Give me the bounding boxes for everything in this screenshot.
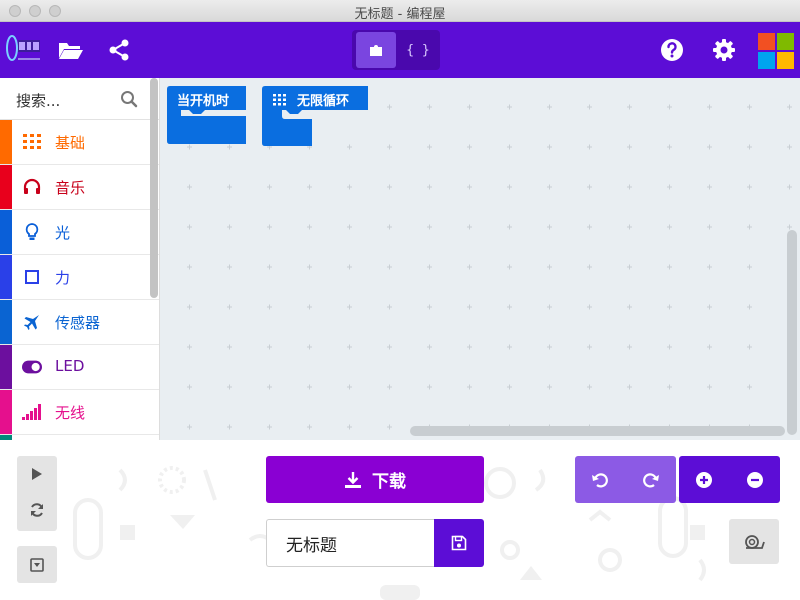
zoom-out-button[interactable] bbox=[730, 456, 780, 503]
search-input[interactable]: 搜索... bbox=[16, 90, 60, 111]
category-label: 基础 bbox=[55, 134, 86, 152]
category-color-bar bbox=[0, 210, 12, 254]
slow-mode-button[interactable] bbox=[729, 519, 779, 564]
grid-icon bbox=[22, 132, 42, 152]
save-icon bbox=[451, 535, 467, 551]
workspace-horizontal-scrollbar[interactable] bbox=[410, 426, 785, 436]
toolbox-sidebar: 搜索... 基础 音乐 光 力 传感器 LED 无线 bbox=[0, 78, 160, 440]
toolbox-search[interactable]: 搜索... bbox=[0, 78, 159, 120]
bottom-panel: 下载 bbox=[0, 440, 800, 600]
category-label: 无线 bbox=[55, 404, 86, 422]
category-color-bar bbox=[0, 300, 12, 344]
on-start-block[interactable]: 当开机时 bbox=[167, 86, 246, 144]
help-button[interactable] bbox=[658, 36, 686, 64]
collapse-simulator-button[interactable] bbox=[17, 546, 57, 583]
top-toolbar: { } bbox=[0, 22, 800, 78]
headphones-icon bbox=[22, 177, 42, 197]
open-folder-button[interactable] bbox=[57, 36, 85, 64]
category-basic[interactable]: 基础 bbox=[0, 120, 159, 165]
category-label: 力 bbox=[55, 269, 71, 287]
redo-icon bbox=[643, 472, 659, 487]
play-button[interactable] bbox=[30, 466, 44, 485]
puzzle-icon bbox=[370, 45, 382, 56]
category-color-bar bbox=[0, 345, 12, 389]
undo-redo-group bbox=[575, 456, 676, 503]
microsoft-logo[interactable] bbox=[758, 33, 794, 69]
category-light[interactable]: 光 bbox=[0, 210, 159, 255]
category-color-bar bbox=[0, 390, 12, 434]
question-circle-icon bbox=[661, 39, 683, 61]
save-button[interactable] bbox=[434, 519, 484, 567]
download-icon bbox=[345, 471, 361, 488]
category-label: 光 bbox=[55, 224, 71, 242]
blocks-mode-button[interactable] bbox=[356, 32, 396, 68]
zoom-group bbox=[679, 456, 780, 503]
workspace-vertical-scrollbar[interactable] bbox=[787, 230, 797, 435]
zoom-in-button[interactable] bbox=[679, 456, 729, 503]
plus-circle-icon bbox=[696, 471, 712, 488]
block-label: 无限循环 bbox=[297, 94, 350, 109]
category-color-bar bbox=[0, 255, 12, 299]
category-label: 音乐 bbox=[55, 179, 86, 197]
grid-icon bbox=[273, 94, 286, 106]
category-color-bar bbox=[0, 165, 12, 209]
block-label: 当开机时 bbox=[177, 94, 230, 109]
blocks-workspace[interactable]: 当开机时 无限循环 bbox=[160, 78, 800, 440]
restart-button[interactable] bbox=[29, 502, 45, 522]
share-button[interactable] bbox=[105, 36, 133, 64]
simulator-controls bbox=[17, 456, 57, 531]
redo-button[interactable] bbox=[626, 456, 676, 503]
play-icon bbox=[32, 468, 42, 480]
category-label: LED bbox=[55, 357, 85, 375]
settings-button[interactable] bbox=[710, 36, 738, 64]
folder-open-icon bbox=[59, 43, 83, 59]
square-icon bbox=[22, 267, 42, 287]
window-title: 无标题 - 编程屋 bbox=[354, 7, 446, 22]
snail-icon bbox=[745, 534, 765, 549]
minus-circle-icon bbox=[747, 471, 763, 488]
share-icon bbox=[109, 39, 129, 61]
project-name-input[interactable] bbox=[266, 519, 434, 567]
lightbulb-icon bbox=[22, 222, 42, 242]
collapse-down-icon bbox=[30, 557, 44, 572]
sidebar-scrollbar[interactable] bbox=[150, 78, 158, 298]
category-sensors[interactable]: 传感器 bbox=[0, 300, 159, 345]
airplane-icon bbox=[22, 312, 42, 332]
category-force[interactable]: 力 bbox=[0, 255, 159, 300]
category-radio[interactable]: 无线 bbox=[0, 390, 159, 435]
toggle-icon bbox=[22, 357, 42, 377]
download-button[interactable]: 下载 bbox=[266, 456, 484, 503]
category-led[interactable]: LED bbox=[0, 345, 159, 390]
category-music[interactable]: 音乐 bbox=[0, 165, 159, 210]
refresh-icon bbox=[31, 503, 43, 517]
signal-bars-icon bbox=[22, 402, 42, 422]
gear-icon bbox=[713, 39, 735, 61]
category-color-bar bbox=[0, 120, 12, 164]
undo-button[interactable] bbox=[575, 456, 625, 503]
undo-icon bbox=[592, 472, 608, 487]
javascript-mode-button[interactable]: { } bbox=[398, 32, 438, 68]
app-logo[interactable] bbox=[5, 28, 43, 70]
workspace-grid bbox=[160, 78, 800, 440]
search-icon[interactable] bbox=[120, 90, 138, 108]
category-label: 传感器 bbox=[55, 314, 101, 332]
window-titlebar: 无标题 - 编程屋 bbox=[0, 0, 800, 22]
editor-mode-switch: { } bbox=[352, 30, 440, 70]
forever-block[interactable]: 无限循环 bbox=[262, 86, 368, 146]
download-label: 下载 bbox=[372, 472, 406, 492]
